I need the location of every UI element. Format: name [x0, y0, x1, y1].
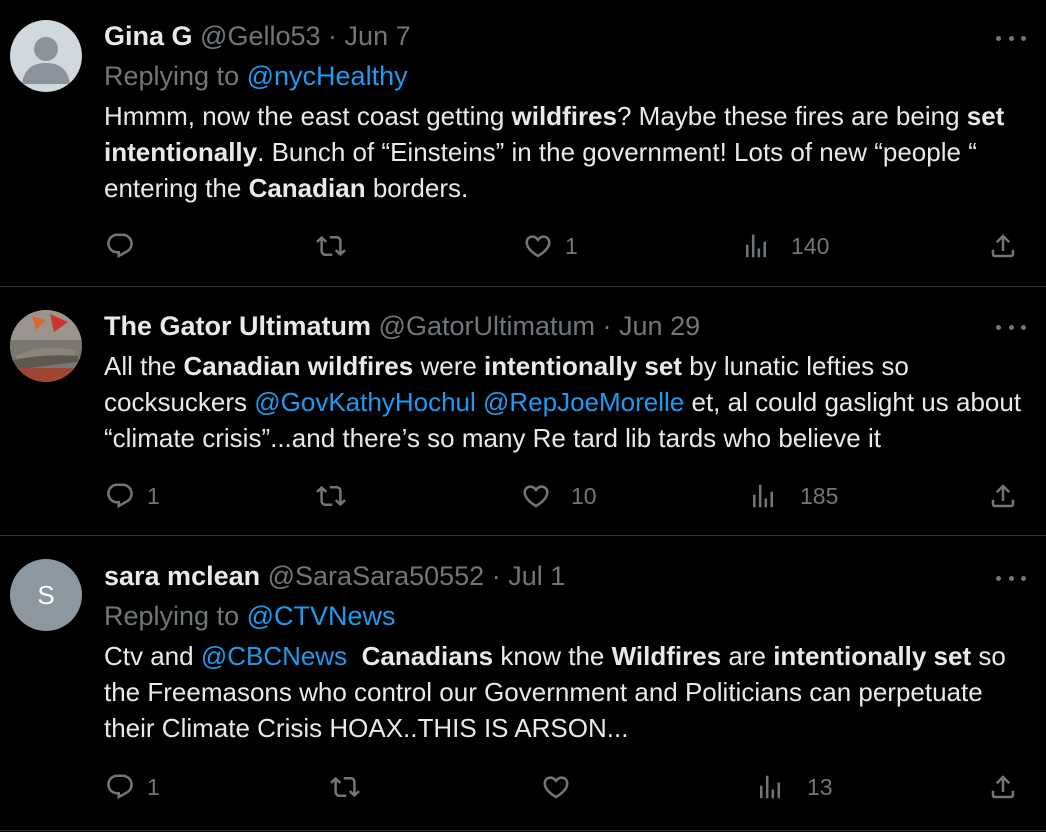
bold-segment: Canadian wildfires — [183, 351, 414, 381]
mention-link[interactable]: @RepJoeMorelle — [483, 387, 684, 417]
retweet-button[interactable] — [316, 479, 358, 513]
text-segment: All the — [104, 351, 184, 381]
share-button[interactable] — [988, 229, 1018, 263]
bold-segment: Canadians — [361, 641, 494, 671]
like-count: 1 — [565, 232, 578, 259]
display-name[interactable]: The Gator Ultimatum — [104, 311, 371, 341]
views-button[interactable]: 185 — [748, 479, 838, 513]
tweet-header: The Gator Ultimatum @GatorUltimatum · Ju… — [104, 308, 700, 344]
user-handle[interactable]: @SaraSara50552 — [268, 561, 485, 591]
text-segment: Hmmm, now the east coast getting — [104, 101, 512, 131]
tweet-header: Gina G @Gello53 · Jun 7 — [104, 18, 411, 54]
tweet[interactable]: The Gator Ultimatum @GatorUltimatum · Ju… — [0, 287, 1046, 536]
bold-segment: intentionally set — [484, 351, 682, 381]
share-icon — [988, 481, 1018, 511]
like-button[interactable] — [541, 770, 583, 804]
retweet-icon — [316, 481, 346, 511]
tweet-date[interactable]: Jun 7 — [345, 21, 411, 51]
retweet-icon — [330, 772, 360, 802]
avatar-initial: S — [37, 579, 55, 610]
replying-to-line: Replying to @nycHealthy — [104, 58, 408, 94]
reply-count: 1 — [147, 482, 160, 509]
mention-link[interactable]: @GovKathyHochul — [254, 387, 476, 417]
views-icon — [741, 231, 771, 261]
text-segment: ? Maybe these fires are being — [617, 101, 967, 131]
reply-icon — [105, 231, 135, 261]
replying-to-mention[interactable]: @nycHealthy — [247, 61, 408, 91]
replying-to-mention[interactable]: @CTVNews — [247, 601, 396, 631]
default-profile-icon[interactable] — [10, 20, 82, 92]
tweet[interactable]: Gina G @Gello53 · Jun 7 Replying to @nyc… — [0, 0, 1046, 287]
views-count: 13 — [807, 773, 833, 800]
share-button[interactable] — [988, 770, 1018, 804]
share-icon — [988, 772, 1018, 802]
tweet-text: Hmmm, now the east coast getting wildfir… — [104, 98, 1034, 206]
like-button[interactable]: 10 — [521, 479, 597, 513]
views-button[interactable]: 140 — [741, 229, 829, 263]
retweet-icon — [316, 231, 346, 261]
mention-link[interactable]: @CBCNews — [201, 641, 347, 671]
reply-icon — [105, 772, 135, 802]
like-button[interactable]: 1 — [523, 229, 578, 263]
reply-button[interactable] — [105, 229, 147, 263]
like-icon — [541, 772, 571, 802]
separator-dot: · — [491, 561, 501, 591]
display-name[interactable]: Gina G — [104, 21, 193, 51]
retweet-button[interactable] — [330, 770, 372, 804]
views-button[interactable]: 13 — [755, 770, 833, 804]
like-icon — [521, 481, 551, 511]
text-segment: Ctv and — [104, 641, 201, 671]
tweet-date[interactable]: Jun 29 — [619, 311, 700, 341]
share-button[interactable] — [988, 479, 1018, 513]
tweet-date[interactable]: Jul 1 — [508, 561, 565, 591]
like-icon — [523, 231, 553, 261]
share-icon — [988, 231, 1018, 261]
more-icon[interactable] — [996, 317, 1026, 337]
user-handle[interactable]: @Gello53 — [200, 21, 320, 51]
more-icon[interactable] — [996, 28, 1026, 48]
views-count: 185 — [800, 482, 839, 509]
reply-button[interactable]: 1 — [105, 770, 160, 804]
like-count: 10 — [571, 482, 597, 509]
retweet-button[interactable] — [316, 229, 358, 263]
views-count: 140 — [791, 232, 830, 259]
more-icon[interactable] — [996, 568, 1026, 588]
user-handle[interactable]: @GatorUltimatum — [379, 311, 595, 341]
tweet-text: Ctv and @CBCNews Canadians know the Wild… — [104, 638, 1034, 746]
reply-button[interactable]: 1 — [105, 479, 160, 513]
avatar[interactable]: S — [10, 559, 82, 631]
replying-to-line: Replying to @CTVNews — [104, 598, 396, 634]
replying-to-prefix: Replying to — [104, 601, 240, 631]
text-segment: borders. — [365, 173, 469, 203]
reply-count: 1 — [147, 773, 160, 800]
tweet-header: sara mclean @SaraSara50552 · Jul 1 — [104, 558, 565, 594]
alligator-photo-icon[interactable] — [10, 310, 82, 382]
text-segment — [476, 387, 483, 417]
separator-dot: · — [602, 311, 612, 341]
text-segment — [347, 641, 361, 671]
display-name[interactable]: sara mclean — [104, 561, 260, 591]
views-icon — [748, 481, 778, 511]
reply-icon — [105, 481, 135, 511]
bold-segment: wildfires — [511, 101, 617, 131]
views-icon — [755, 772, 785, 802]
tweet[interactable]: S sara mclean @SaraSara50552 · Jul 1 Rep… — [0, 536, 1046, 831]
text-segment: were — [413, 351, 485, 381]
separator-dot: · — [328, 21, 338, 51]
replying-to-prefix: Replying to — [104, 61, 240, 91]
bold-segment: intentionally set — [773, 641, 972, 671]
text-segment: are — [721, 641, 774, 671]
text-segment: know the — [493, 641, 612, 671]
tweet-text: All the Canadian wildfires were intentio… — [104, 348, 1034, 456]
bold-segment: Canadian — [248, 173, 366, 203]
bold-segment: Wildfires — [611, 641, 722, 671]
